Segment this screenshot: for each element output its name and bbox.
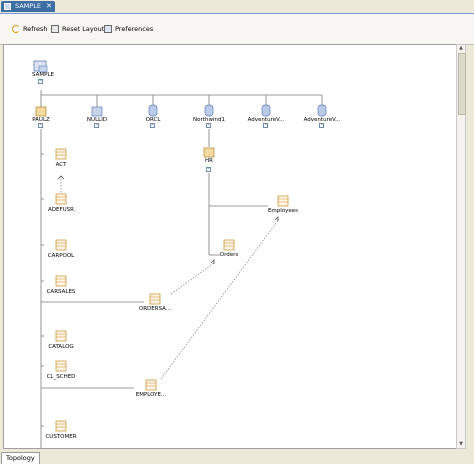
node-label-sample[interactable]: SAMPLE (32, 72, 54, 78)
close-icon[interactable]: ✕ (46, 1, 52, 12)
node-label-adefusr[interactable]: ADEFUSR (48, 207, 74, 213)
node-label-cl-sched[interactable]: CL_SCHED (47, 374, 76, 380)
node-label-employees[interactable]: Employees (268, 208, 298, 214)
reset-layout-label: Reset Layout (62, 25, 105, 33)
refresh-button[interactable]: Refresh (12, 23, 48, 35)
collapse-toggle[interactable]: - (38, 123, 43, 128)
collapse-toggle[interactable]: - (38, 79, 43, 84)
node-label-customer[interactable]: CUSTOMER (45, 434, 76, 440)
preferences-button[interactable]: Preferences (104, 23, 153, 35)
toolbar: Refresh Reset Layout Preferences (0, 14, 474, 45)
collapse-toggle[interactable]: - (319, 123, 324, 128)
node-label-orders[interactable]: Orders (220, 252, 239, 258)
editor-tab-bar: SAMPLE ✕ (0, 0, 474, 14)
node-label-hr[interactable]: HR (205, 158, 213, 164)
node-label-adventure1[interactable]: AdventureV... (248, 117, 285, 123)
node-label-paulz[interactable]: PAULZ (32, 117, 50, 123)
tab-sample[interactable]: SAMPLE ✕ (1, 1, 55, 12)
collapse-toggle[interactable]: - (150, 123, 155, 128)
vertical-scrollbar[interactable]: ▲ ▼ (456, 44, 466, 449)
node-label-ordersa[interactable]: ORDERSA... (139, 306, 171, 312)
collapse-toggle[interactable]: - (206, 167, 211, 172)
node-label-act[interactable]: ACT (56, 162, 67, 168)
tab-topology[interactable]: Topology (1, 452, 40, 464)
database-icon (4, 3, 11, 10)
layout-icon (51, 25, 59, 33)
preferences-icon (104, 25, 112, 33)
scroll-up-icon[interactable]: ▲ (457, 45, 465, 52)
sample-node[interactable] (33, 60, 48, 73)
collapse-toggle[interactable]: - (94, 123, 99, 128)
preferences-label: Preferences (115, 25, 154, 33)
node-label-northwind[interactable]: Northwind1 (193, 117, 225, 123)
topology-diagram (33, 60, 327, 448)
node-label-carpool[interactable]: CARPOOL (48, 253, 74, 259)
scroll-thumb[interactable] (458, 53, 466, 115)
node-label-nullid[interactable]: NULLID (87, 117, 107, 123)
tab-title: SAMPLE (15, 2, 41, 10)
refresh-icon (12, 25, 20, 33)
database-cylinder-icon (148, 104, 327, 117)
node-label-catalog[interactable]: CATALOG (48, 344, 73, 350)
node-label-carsales[interactable]: CARSALES (47, 289, 76, 295)
node-label-employe[interactable]: EMPLOYE... (136, 392, 167, 398)
reset-layout-button[interactable]: Reset Layout (51, 23, 104, 35)
scroll-down-icon[interactable]: ▼ (457, 441, 465, 448)
collapse-toggle[interactable]: - (263, 123, 268, 128)
topology-canvas[interactable]: - - - - - - - - SAMPLE PAULZ NULLID ORCL… (3, 44, 458, 449)
node-label-adventure2[interactable]: AdventureV... (304, 117, 341, 123)
node-label-orcl[interactable]: ORCL (146, 117, 161, 123)
collapse-toggle[interactable]: - (206, 123, 211, 128)
refresh-label: Refresh (23, 25, 48, 33)
table-icon (55, 148, 289, 432)
